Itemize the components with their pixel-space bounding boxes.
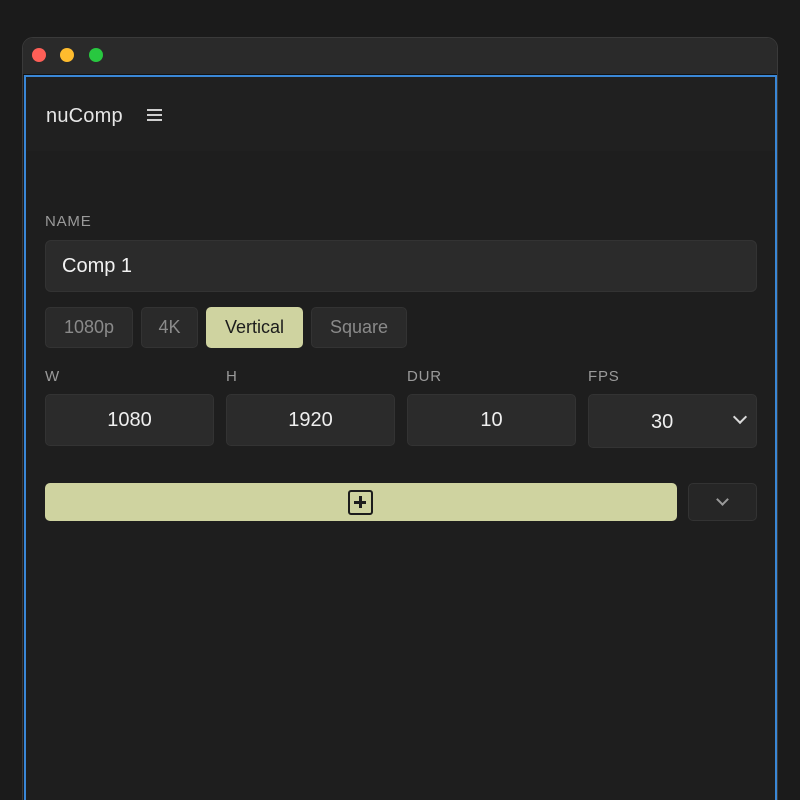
fps-select[interactable]: 30 [588,394,757,448]
fps-label: FPS [588,368,620,385]
app-title: nuComp [46,105,123,127]
menu-icon[interactable] [145,105,165,125]
add-square-icon [348,490,373,515]
comp-panel: nuComp NAME 1080p 4K Vertical Square W H… [24,75,777,800]
chevron-down-icon [732,409,748,425]
chevron-down-icon [716,493,729,506]
preset-square-button[interactable]: Square [311,307,407,348]
name-input[interactable] [45,240,757,292]
window-titlebar [23,38,777,75]
preset-4k-button[interactable]: 4K [141,307,198,348]
duration-input[interactable]: 10 [407,394,576,446]
maximize-window-button[interactable] [89,48,103,62]
height-label: H [226,368,238,385]
duration-label: DUR [407,368,442,385]
width-label: W [45,368,60,385]
close-window-button[interactable] [32,48,46,62]
name-label: NAME [45,213,92,230]
height-input[interactable]: 1920 [226,394,395,446]
panel-header: nuComp [26,77,775,151]
minimize-window-button[interactable] [60,48,74,62]
app-window: nuComp NAME 1080p 4K Vertical Square W H… [22,37,778,800]
width-input[interactable]: 1080 [45,394,214,446]
add-comp-button[interactable] [45,483,677,521]
preset-vertical-button[interactable]: Vertical [206,307,303,348]
preset-1080p-button[interactable]: 1080p [45,307,133,348]
more-options-button[interactable] [688,483,757,521]
fps-value: 30 [651,411,674,433]
